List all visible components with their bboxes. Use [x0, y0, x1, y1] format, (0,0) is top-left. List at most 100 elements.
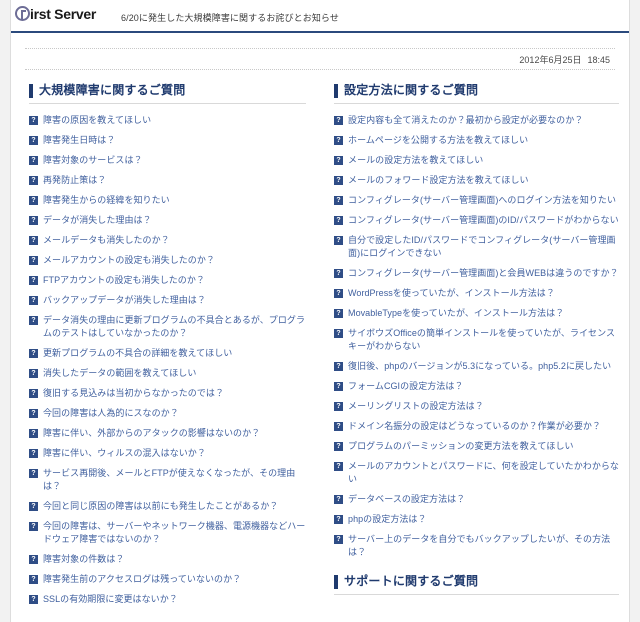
faq-link[interactable]: 復旧後、phpのバージョンが5.3になっている。php5.2に戻したい — [348, 360, 611, 373]
faq-link[interactable]: 障害対象の件数は？ — [43, 553, 124, 566]
faq-link[interactable]: 障害発生日時は？ — [43, 134, 115, 147]
faq-link[interactable]: 今回の障害は人為的にスなのか？ — [43, 407, 179, 420]
faq-item[interactable]: ? 再発防止策は？ — [29, 174, 306, 187]
faq-item[interactable]: ? 消失したデータの範囲を教えてほしい — [29, 367, 306, 380]
content-columns: 大規模障害に関するご質問 ? 障害の原因を教えてほしい? 障害発生日時は？? 障害対象… — [11, 84, 629, 622]
faq-link[interactable]: コンフィグレータ(サーバー管理画面)へのログイン方法を知りたい — [348, 194, 616, 207]
faq-link[interactable]: 復旧する見込みは当初からなかったのでは？ — [43, 387, 224, 400]
faq-item[interactable]: ? メールの設定方法を教えてほしい — [334, 154, 619, 167]
faq-link[interactable]: phpの設定方法は？ — [348, 513, 427, 526]
section-accent-bar — [334, 84, 339, 98]
faq-item[interactable]: ? メールのアカウントとパスワードに、何を設定していたかわからない — [334, 460, 619, 486]
faq-link[interactable]: 再発防止策は？ — [43, 174, 106, 187]
column-left: 大規模障害に関するご質問 ? 障害の原因を教えてほしい? 障害発生日時は？? 障害対象… — [11, 84, 320, 622]
faq-link[interactable]: コンフィグレータ(サーバー管理画面)と会員WEBは違うのですか？ — [348, 267, 619, 280]
faq-item[interactable]: ? 自分で設定したID/パスワードでコンフィグレータ(サーバー管理画面)にログイン… — [334, 234, 619, 260]
faq-list-outage: ? 障害の原因を教えてほしい? 障害発生日時は？? 障害対象のサービスは？? 再発防止策… — [29, 114, 306, 606]
faq-link[interactable]: 設定内容も全て消えたのか？最初から設定が必要なのか？ — [348, 114, 583, 127]
faq-item[interactable]: ? 障害に伴い、ウィルスの混入はないか？ — [29, 447, 306, 460]
faq-item[interactable]: ? 障害発生日時は？ — [29, 134, 306, 147]
faq-link[interactable]: データベースの設定方法は？ — [348, 493, 465, 506]
faq-link[interactable]: 障害発生前のアクセスログは残っていないのか？ — [43, 573, 241, 586]
faq-item[interactable]: ? 障害発生前のアクセスログは残っていないのか？ — [29, 573, 306, 586]
faq-item[interactable]: ? ホームページを公開する方法を教えてほしい — [334, 134, 619, 147]
faq-item[interactable]: ? コンフィグレータ(サーバー管理画面)と会員WEBは違うのですか？ — [334, 267, 619, 280]
faq-item[interactable]: ? 更新プログラムの不具合の詳細を教えてほしい — [29, 347, 306, 360]
faq-link[interactable]: メールの設定方法を教えてほしい — [348, 154, 483, 167]
brand-logo[interactable]: irst Server — [15, 6, 96, 21]
faq-item[interactable]: ? MovableTypeを使っていたが、インストール方法は？ — [334, 307, 619, 320]
faq-link[interactable]: 障害対象のサービスは？ — [43, 154, 143, 167]
question-mark-icon: ? — [334, 462, 344, 471]
faq-item[interactable]: ? メーリングリストの設定方法は？ — [334, 400, 619, 413]
faq-item[interactable]: ? サーバー上のデータを自分でもバックアップしたいが、その方法は？ — [334, 533, 619, 559]
faq-item[interactable]: ? コンフィグレータ(サーバー管理画面)へのログイン方法を知りたい — [334, 194, 619, 207]
faq-item[interactable]: ? 今回の障害は、サーバーやネットワーク機器、電源機器などハードウェア障害ではない… — [29, 520, 306, 546]
faq-link[interactable]: 更新プログラムの不具合の詳細を教えてほしい — [43, 347, 232, 360]
question-mark-icon: ? — [29, 389, 38, 398]
faq-link[interactable]: メールデータも消失したのか？ — [43, 234, 170, 247]
faq-link[interactable]: データが消失した理由は？ — [43, 214, 152, 227]
faq-item[interactable]: ? 復旧後、phpのバージョンが5.3になっている。php5.2に戻したい — [334, 360, 619, 373]
faq-link[interactable]: ホームページを公開する方法を教えてほしい — [348, 134, 528, 147]
faq-link[interactable]: サービス再開後、メールとFTPが使えなくなったが、その理由は？ — [43, 467, 306, 493]
section-accent-bar — [29, 84, 33, 98]
faq-link[interactable]: 今回の障害は、サーバーやネットワーク機器、電源機器などハードウェア障害ではないの… — [43, 520, 306, 546]
faq-item[interactable]: ? phpの設定方法は？ — [334, 513, 619, 526]
faq-item[interactable]: ? プログラムのパーミッションの変更方法を教えてほしい — [334, 440, 619, 453]
faq-link[interactable]: メールのアカウントとパスワードに、何を設定していたかわからない — [348, 460, 619, 486]
faq-link[interactable]: ドメイン名振分の設定はどうなっているのか？作業が必要か？ — [348, 420, 601, 433]
faq-item[interactable]: ? 障害の原因を教えてほしい — [29, 114, 306, 127]
faq-item[interactable]: ? WordPressを使っていたが、インストール方法は？ — [334, 287, 619, 300]
faq-link[interactable]: 障害の原因を教えてほしい — [43, 114, 151, 127]
faq-item[interactable]: ? サイボウズOfficeの簡単インストールを使っていたが、ライセンスキーがわから… — [334, 327, 619, 353]
faq-item[interactable]: ? フォームCGIの設定方法は？ — [334, 380, 619, 393]
faq-link[interactable]: データ消失の理由に更新プログラムの不具合とあるが、プログラムのテストはしていなか… — [43, 314, 306, 340]
faq-item[interactable]: ? メールのフォワード設定方法を教えてほしい — [334, 174, 619, 187]
faq-item[interactable]: ? バックアップデータが消失した理由は？ — [29, 294, 306, 307]
faq-item[interactable]: ? データ消失の理由に更新プログラムの不具合とあるが、プログラムのテストはしていな… — [29, 314, 306, 340]
faq-link[interactable]: フォームCGIの設定方法は？ — [348, 380, 463, 393]
faq-item[interactable]: ? 設定内容も全て消えたのか？最初から設定が必要なのか？ — [334, 114, 619, 127]
faq-item[interactable]: ? 障害対象のサービスは？ — [29, 154, 306, 167]
faq-item[interactable]: ? 障害対象の件数は？ — [29, 553, 306, 566]
faq-item[interactable]: ? FTPアカウントの設定も消失したのか？ — [29, 274, 306, 287]
faq-item[interactable]: ? データが消失した理由は？ — [29, 214, 306, 227]
faq-item[interactable]: ? ドメイン名振分の設定はどうなっているのか？作業が必要か？ — [334, 420, 619, 433]
faq-item[interactable]: ? 障害に伴い、外部からのアタックの影響はないのか？ — [29, 427, 306, 440]
faq-link[interactable]: バックアップデータが消失した理由は？ — [43, 294, 206, 307]
question-mark-icon: ? — [29, 429, 38, 438]
faq-link[interactable]: MovableTypeを使っていたが、インストール方法は？ — [348, 307, 564, 320]
section-support-title: サポートに関するご質問 — [344, 574, 479, 589]
faq-link[interactable]: SSLの有効期限に変更はないか？ — [43, 593, 178, 606]
faq-item[interactable]: ? コンフィグレータ(サーバー管理画面)のID/パスワードがわからない — [334, 214, 619, 227]
faq-link[interactable]: 障害に伴い、ウィルスの混入はないか？ — [43, 447, 206, 460]
publish-time: 18:45 — [587, 55, 610, 65]
faq-link[interactable]: メールのフォワード設定方法を教えてほしい — [348, 174, 529, 187]
faq-link[interactable]: メールアカウントの設定も消失したのか？ — [43, 254, 215, 267]
section-settings: 設定方法に関するご質問 ? 設定内容も全て消えたのか？最初から設定が必要なのか？?… — [334, 84, 619, 559]
faq-link[interactable]: メーリングリストの設定方法は？ — [348, 400, 484, 413]
faq-link[interactable]: サーバー上のデータを自分でもバックアップしたいが、その方法は？ — [348, 533, 619, 559]
faq-link[interactable]: 今回と同じ原因の障害は以前にも発生したことがあるか？ — [43, 500, 278, 513]
faq-item[interactable]: ? メールデータも消失したのか？ — [29, 234, 306, 247]
faq-item[interactable]: ? 障害発生からの経緯を知りたい — [29, 194, 306, 207]
faq-item[interactable]: ? 今回の障害は人為的にスなのか？ — [29, 407, 306, 420]
faq-item[interactable]: ? 今回と同じ原因の障害は以前にも発生したことがあるか？ — [29, 500, 306, 513]
faq-link[interactable]: コンフィグレータ(サーバー管理画面)のID/パスワードがわからない — [348, 214, 619, 227]
faq-link[interactable]: サイボウズOfficeの簡単インストールを使っていたが、ライセンスキーがわからな… — [348, 327, 619, 353]
faq-link[interactable]: WordPressを使っていたが、インストール方法は？ — [348, 287, 555, 300]
faq-item[interactable]: ? サービス再開後、メールとFTPが使えなくなったが、その理由は？ — [29, 467, 306, 493]
question-mark-icon: ? — [29, 555, 38, 564]
faq-item[interactable]: ? データベースの設定方法は？ — [334, 493, 619, 506]
faq-link[interactable]: FTPアカウントの設定も消失したのか？ — [43, 274, 205, 287]
faq-link[interactable]: 消失したデータの範囲を教えてほしい — [43, 367, 196, 380]
faq-link[interactable]: プログラムのパーミッションの変更方法を教えてほしい — [348, 440, 574, 453]
faq-item[interactable]: ? 復旧する見込みは当初からなかったのでは？ — [29, 387, 306, 400]
faq-link[interactable]: 障害に伴い、外部からのアタックの影響はないのか？ — [43, 427, 260, 440]
faq-item[interactable]: ? メールアカウントの設定も消失したのか？ — [29, 254, 306, 267]
faq-item[interactable]: ? SSLの有効期限に変更はないか？ — [29, 593, 306, 606]
section-support: サポートに関するご質問 — [334, 575, 619, 595]
faq-link[interactable]: 障害発生からの経緯を知りたい — [43, 194, 170, 207]
faq-link[interactable]: 自分で設定したID/パスワードでコンフィグレータ(サーバー管理画面)にログインで… — [348, 234, 619, 260]
